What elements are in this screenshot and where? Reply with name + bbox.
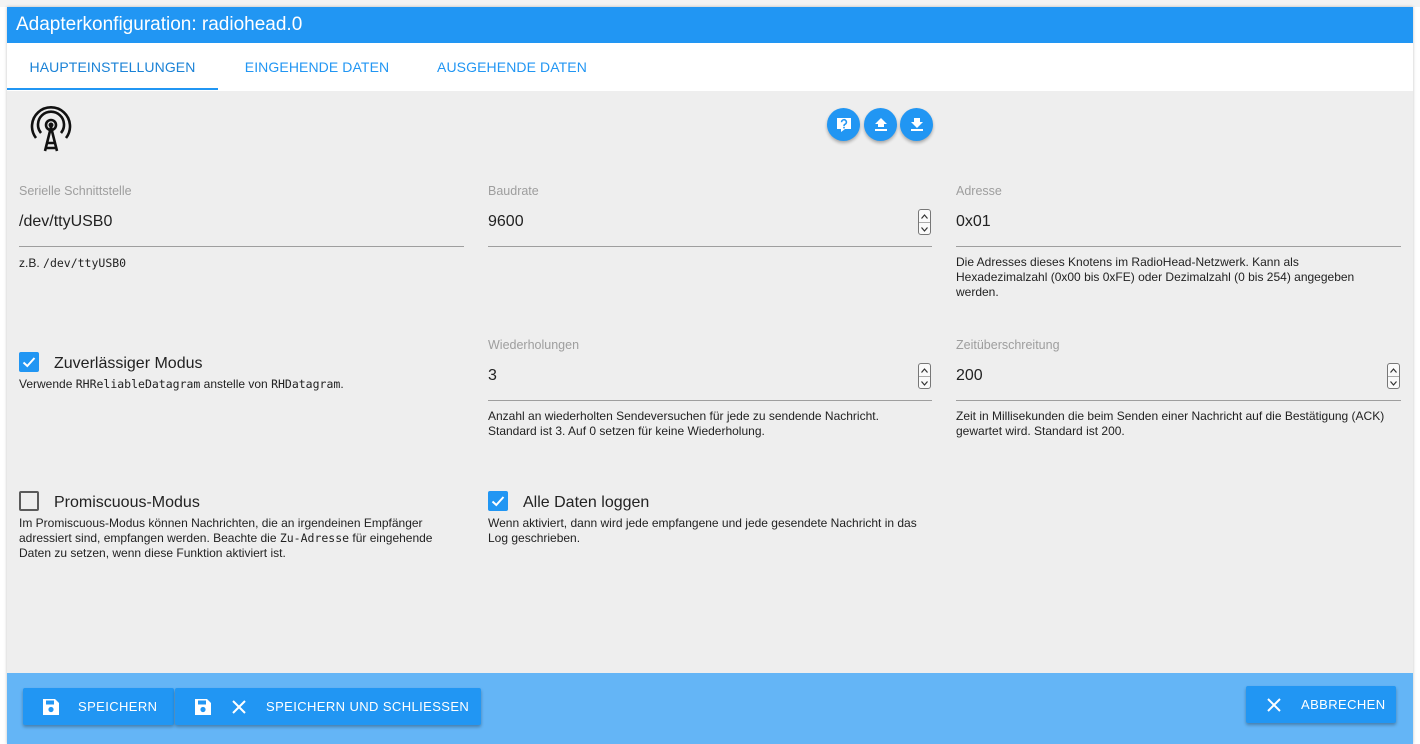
address-underline: [956, 246, 1401, 247]
serial-port-input[interactable]: /dev/ttyUSB0: [19, 213, 112, 231]
tab-outgoing-data[interactable]: AUSGEHENDE DATEN: [416, 43, 608, 91]
radio-tower-icon: [30, 106, 72, 152]
upload-button[interactable]: [864, 108, 897, 141]
main-settings-panel: Serielle Schnittstelle /dev/ttyUSB0 z.B.…: [7, 91, 1413, 673]
reliable-mode-checkbox[interactable]: [19, 352, 39, 372]
timeout-label: Zeitüberschreitung: [956, 338, 1060, 352]
chevron-up-icon[interactable]: [919, 364, 930, 376]
timeout-underline: [956, 400, 1401, 401]
help-button[interactable]: [827, 108, 860, 141]
window-top-strip: [0, 0, 1420, 7]
address-helper: Die Adresses dieses Knotens im RadioHead…: [956, 255, 1355, 299]
serial-port-label: Serielle Schnittstelle: [19, 184, 132, 198]
address-input[interactable]: 0x01: [956, 213, 991, 231]
retries-input[interactable]: 3: [488, 367, 497, 385]
chevron-down-icon[interactable]: [919, 377, 930, 389]
config-dialog: Adapterkonfiguration: radiohead.0 HAUPTE…: [7, 7, 1413, 744]
save-icon: [40, 698, 62, 716]
chevron-up-icon[interactable]: [919, 210, 930, 222]
checkmark-icon: [22, 357, 36, 368]
reliable-mode-helper: Verwende RHReliableDatagram anstelle von…: [19, 377, 344, 391]
serial-port-helper: z.B. /dev/ttyUSB0: [19, 256, 127, 270]
tab-main-settings[interactable]: HAUPTEINSTELLUNGEN: [7, 43, 218, 91]
address-label: Adresse: [956, 184, 1002, 198]
checkmark-icon: [491, 496, 505, 507]
tab-bar: HAUPTEINSTELLUNGEN EINGEHENDE DATEN AUSG…: [7, 43, 1413, 91]
upload-icon: [874, 117, 887, 131]
chevron-down-icon[interactable]: [1388, 377, 1399, 389]
retries-label: Wiederholungen: [488, 338, 580, 352]
serial-port-underline: [19, 246, 464, 247]
cancel-button[interactable]: ABBRECHEN: [1246, 686, 1396, 723]
log-all-data-helper: Wenn aktiviert, dann wird jede empfangen…: [488, 516, 917, 545]
retries-underline: [488, 400, 932, 401]
retries-stepper[interactable]: [918, 363, 931, 389]
save-button[interactable]: SPEICHERN: [23, 688, 174, 725]
tab-incoming-data[interactable]: EINGEHENDE DATEN: [218, 43, 416, 91]
retries-helper: Anzahl an wiederholten Sendeversuchen fü…: [488, 409, 879, 438]
cancel-button-label: ABBRECHEN: [1301, 697, 1386, 712]
chevron-up-icon[interactable]: [1388, 364, 1399, 376]
close-icon: [231, 699, 247, 714]
baudrate-input[interactable]: 9600: [488, 213, 524, 231]
save-and-close-button-label: SPEICHERN UND SCHLIESSEN: [266, 699, 470, 714]
download-icon: [910, 117, 923, 131]
save-and-close-button[interactable]: SPEICHERN UND SCHLIESSEN: [175, 688, 481, 725]
help-icon: [836, 117, 851, 132]
save-icon: [192, 698, 214, 716]
close-icon: [1266, 697, 1282, 712]
download-button[interactable]: [900, 108, 933, 141]
baudrate-stepper[interactable]: [918, 209, 931, 235]
promiscuous-mode-helper: Im Promiscuous-Modus können Nachrichten,…: [19, 516, 433, 560]
chevron-down-icon[interactable]: [919, 223, 930, 235]
log-all-data-label[interactable]: Alle Daten loggen: [523, 494, 649, 512]
timeout-helper: Zeit in Millisekunden die beim Senden ei…: [956, 409, 1385, 438]
save-button-label: SPEICHERN: [78, 699, 158, 714]
active-tab-indicator: [7, 88, 218, 90]
reliable-mode-label[interactable]: Zuverlässiger Modus: [54, 355, 203, 373]
log-all-data-checkbox[interactable]: [488, 491, 508, 511]
baudrate-underline: [488, 246, 932, 247]
timeout-input[interactable]: 200: [956, 367, 983, 385]
baudrate-label: Baudrate: [488, 184, 539, 198]
promiscuous-mode-label[interactable]: Promiscuous-Modus: [54, 494, 200, 512]
promiscuous-mode-checkbox[interactable]: [19, 491, 39, 511]
footer-action-bar: SPEICHERN SPEICHERN UND SCHLIESSEN ABBRE…: [7, 673, 1413, 744]
window-title: Adapterkonfiguration: radiohead.0: [7, 7, 1413, 43]
timeout-stepper[interactable]: [1387, 363, 1400, 389]
